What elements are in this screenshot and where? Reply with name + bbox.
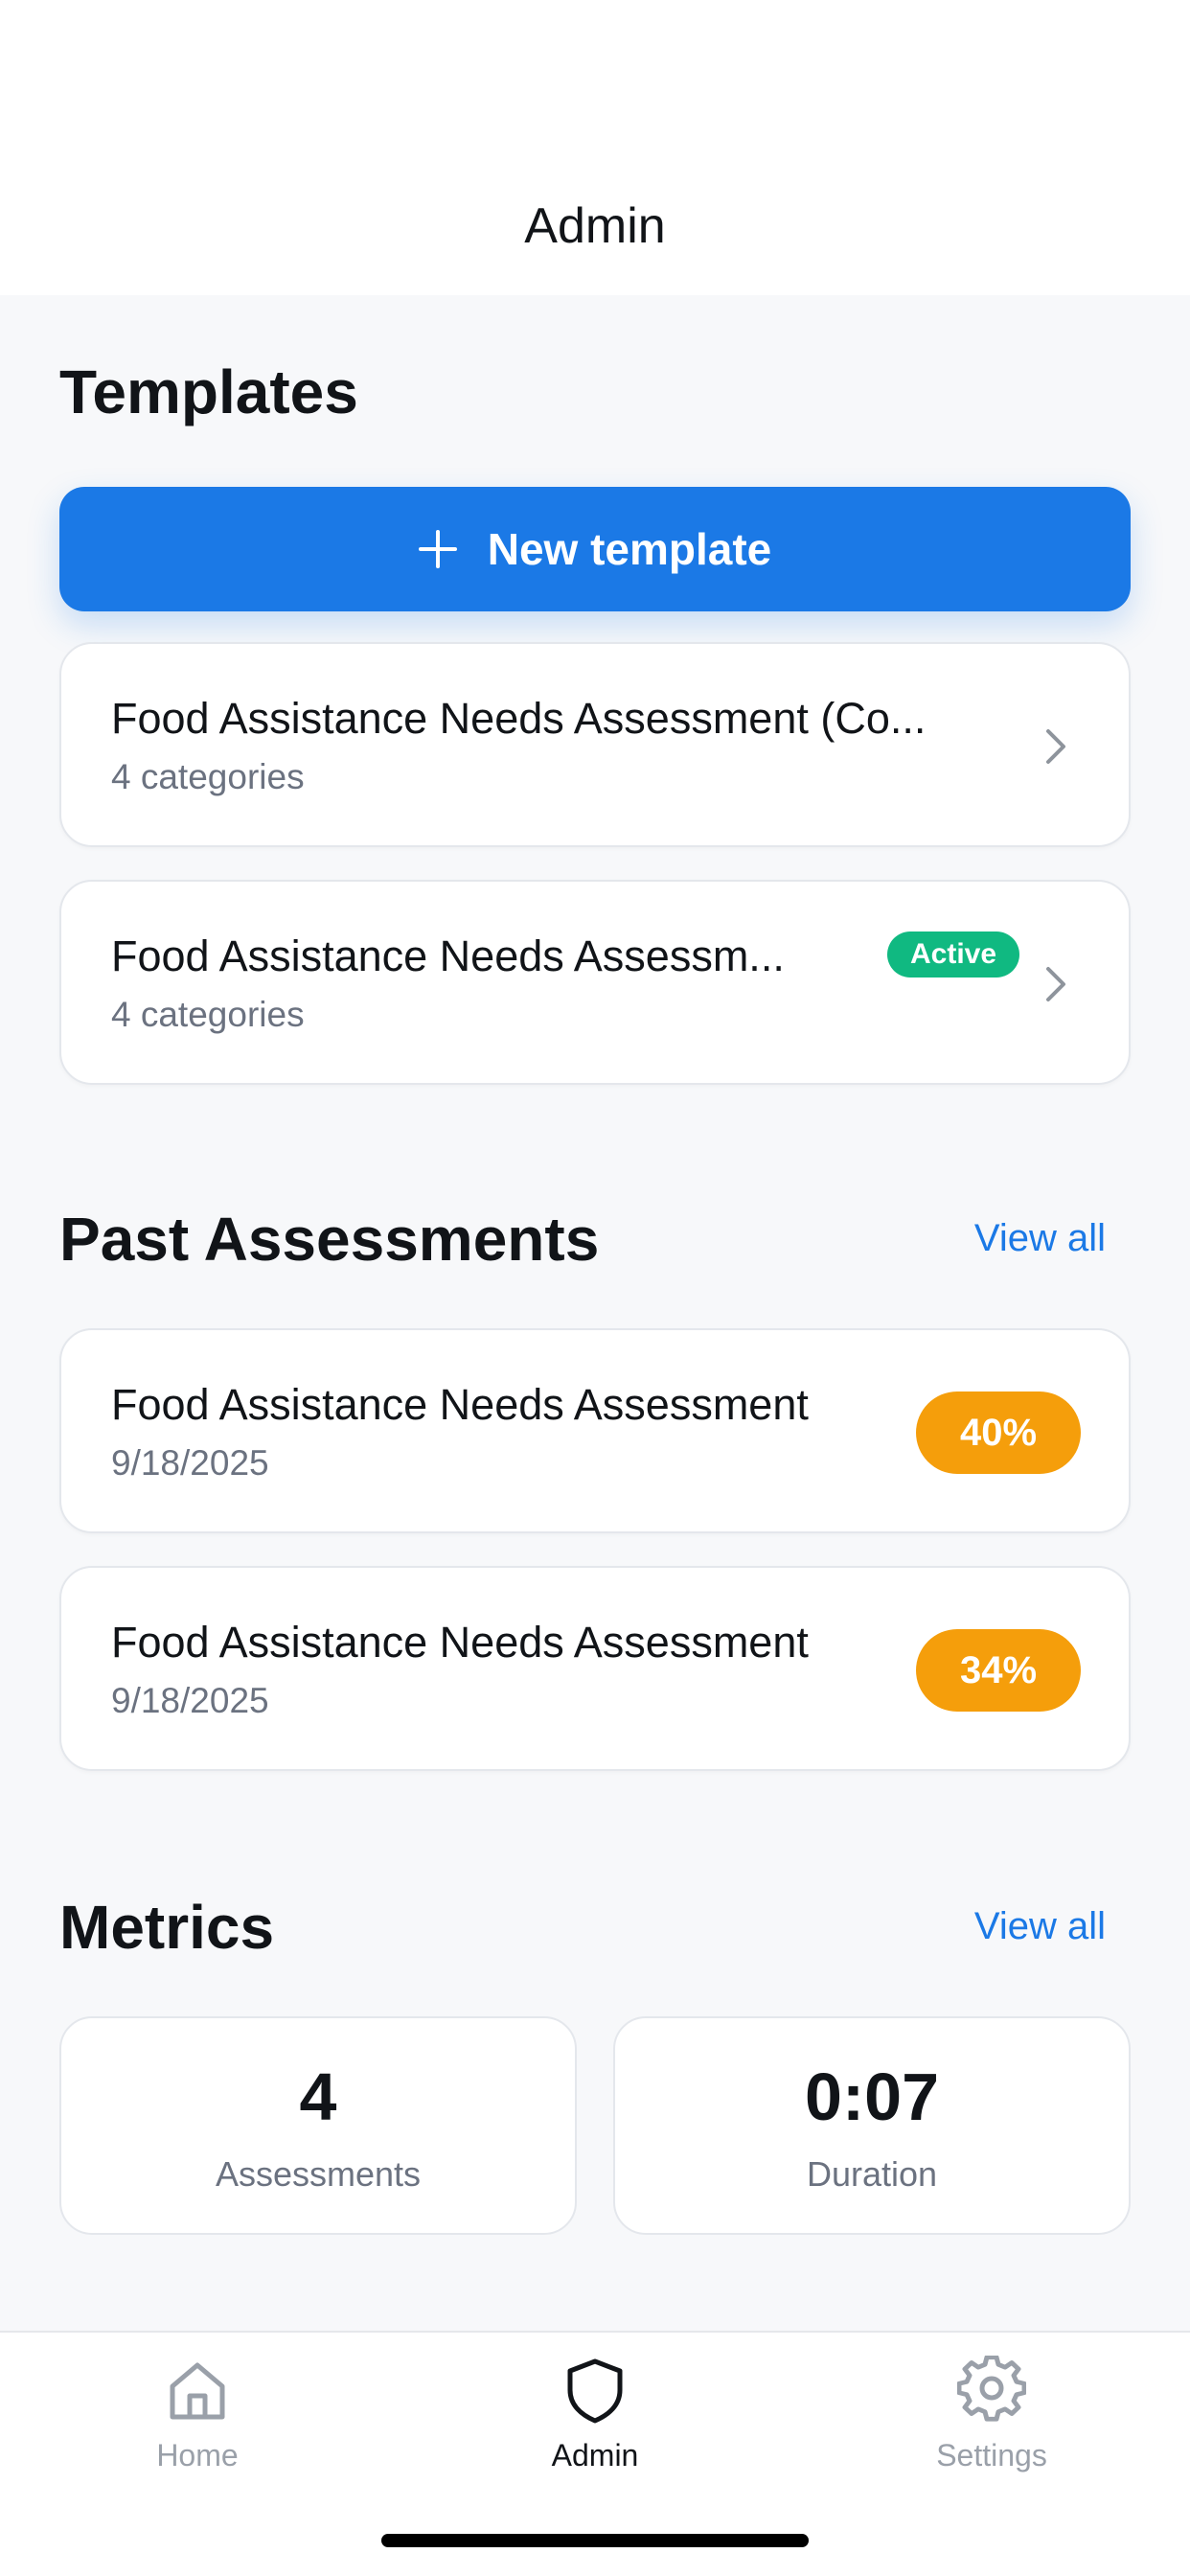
past-assessments-view-all-link[interactable]: View all bbox=[974, 1217, 1106, 1260]
chevron-right-icon bbox=[1046, 967, 1065, 1001]
status-badge: Active bbox=[887, 932, 1020, 978]
shield-icon bbox=[567, 2358, 623, 2424]
new-template-label: New template bbox=[487, 524, 772, 574]
metrics-view-all-link[interactable]: View all bbox=[974, 1905, 1106, 1948]
assessment-date: 9/18/2025 bbox=[111, 1443, 269, 1483]
metric-card-duration: 0:07 Duration bbox=[613, 2016, 1131, 2235]
tab-settings-label: Settings bbox=[936, 2438, 1047, 2472]
score-badge: 34% bbox=[916, 1629, 1081, 1712]
page-title: Admin bbox=[524, 198, 666, 254]
template-card[interactable]: Food Assistance Needs Assessment (Co... … bbox=[59, 642, 1131, 847]
tab-home[interactable]: Home bbox=[54, 2356, 341, 2499]
score-badge: 40% bbox=[916, 1392, 1081, 1474]
metric-value: 4 bbox=[299, 2059, 337, 2134]
home-icon bbox=[170, 2362, 225, 2420]
tab-home-label: Home bbox=[156, 2438, 239, 2472]
past-assessments-heading: Past Assessments bbox=[59, 1205, 600, 1274]
metric-value: 0:07 bbox=[804, 2059, 940, 2134]
home-indicator bbox=[381, 2534, 809, 2547]
plus-icon bbox=[418, 530, 457, 568]
assessment-card[interactable]: Food Assistance Needs Assessment 9/18/20… bbox=[59, 1566, 1131, 1771]
assessment-card[interactable]: Food Assistance Needs Assessment 9/18/20… bbox=[59, 1328, 1131, 1533]
new-template-button[interactable]: New template bbox=[59, 487, 1131, 611]
assessment-title: Food Assistance Needs Assessment bbox=[111, 1618, 809, 1667]
template-category-count: 4 categories bbox=[111, 995, 305, 1034]
metric-card-assessments: 4 Assessments bbox=[59, 2016, 577, 2235]
metric-label: Assessments bbox=[215, 2154, 422, 2194]
top-bar: Admin bbox=[0, 0, 1190, 295]
tab-admin-label: Admin bbox=[551, 2438, 639, 2472]
gear-icon bbox=[957, 2356, 1026, 2422]
assessment-title: Food Assistance Needs Assessment bbox=[111, 1380, 809, 1429]
tab-admin[interactable]: Admin bbox=[451, 2356, 739, 2499]
template-title: Food Assistance Needs Assessm... bbox=[111, 932, 785, 980]
templates-heading: Templates bbox=[59, 357, 358, 426]
chevron-right-icon bbox=[1046, 729, 1065, 764]
tab-settings[interactable]: Settings bbox=[848, 2356, 1135, 2499]
metric-label: Duration bbox=[806, 2154, 938, 2194]
assessment-date: 9/18/2025 bbox=[111, 1681, 269, 1720]
template-card[interactable]: Food Assistance Needs Assessm... 4 categ… bbox=[59, 880, 1131, 1085]
template-category-count: 4 categories bbox=[111, 757, 305, 796]
template-title: Food Assistance Needs Assessment (Co... bbox=[111, 694, 927, 743]
metrics-heading: Metrics bbox=[59, 1893, 275, 1962]
